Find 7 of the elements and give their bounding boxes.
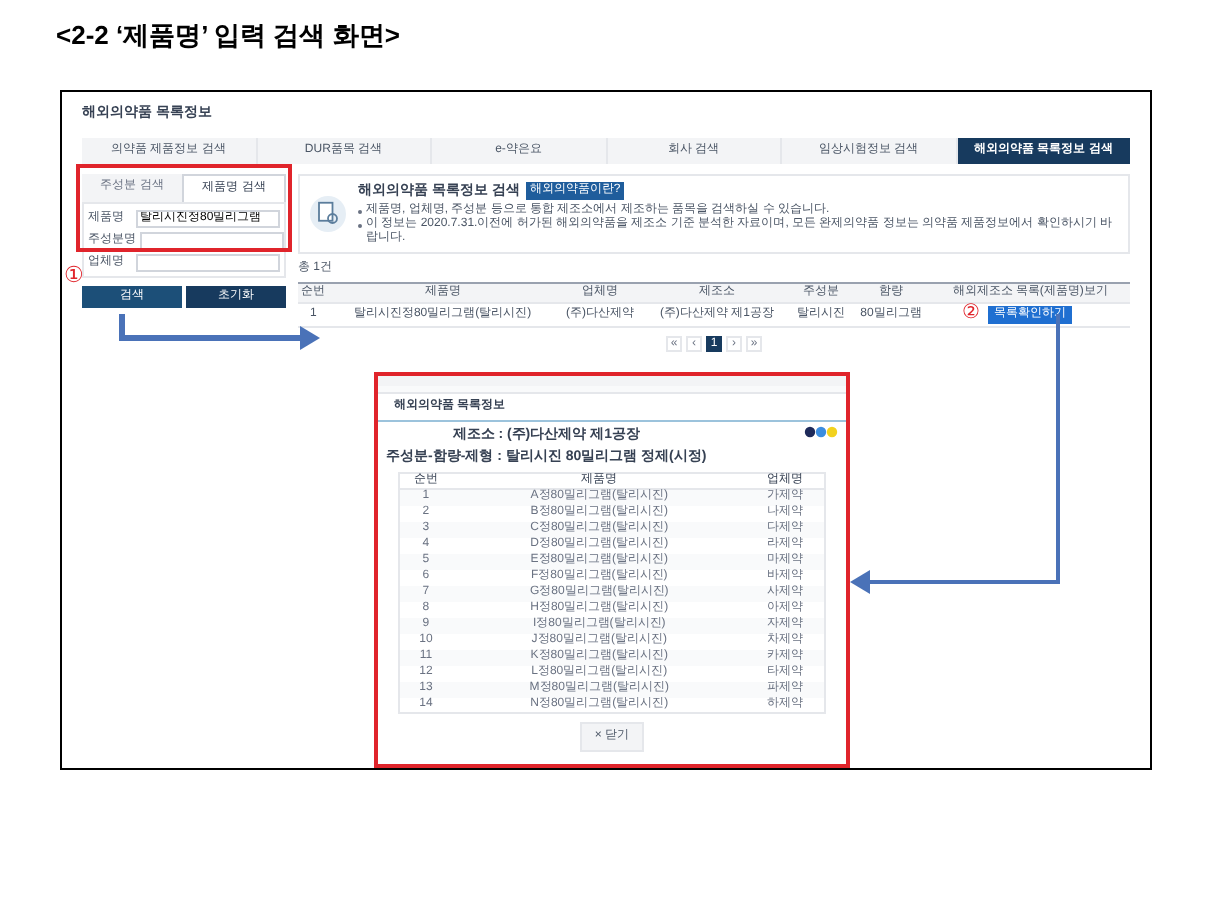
input-field[interactable]	[140, 231, 284, 249]
input-field[interactable]	[136, 253, 280, 271]
search-document-icon	[310, 195, 346, 232]
share-icons[interactable]	[804, 426, 838, 438]
figure-caption: <2-2 ‘제품명’ 입력 검색 화면>	[56, 18, 400, 54]
step-marker: ①	[64, 262, 84, 292]
step-marker: ②	[962, 300, 980, 328]
